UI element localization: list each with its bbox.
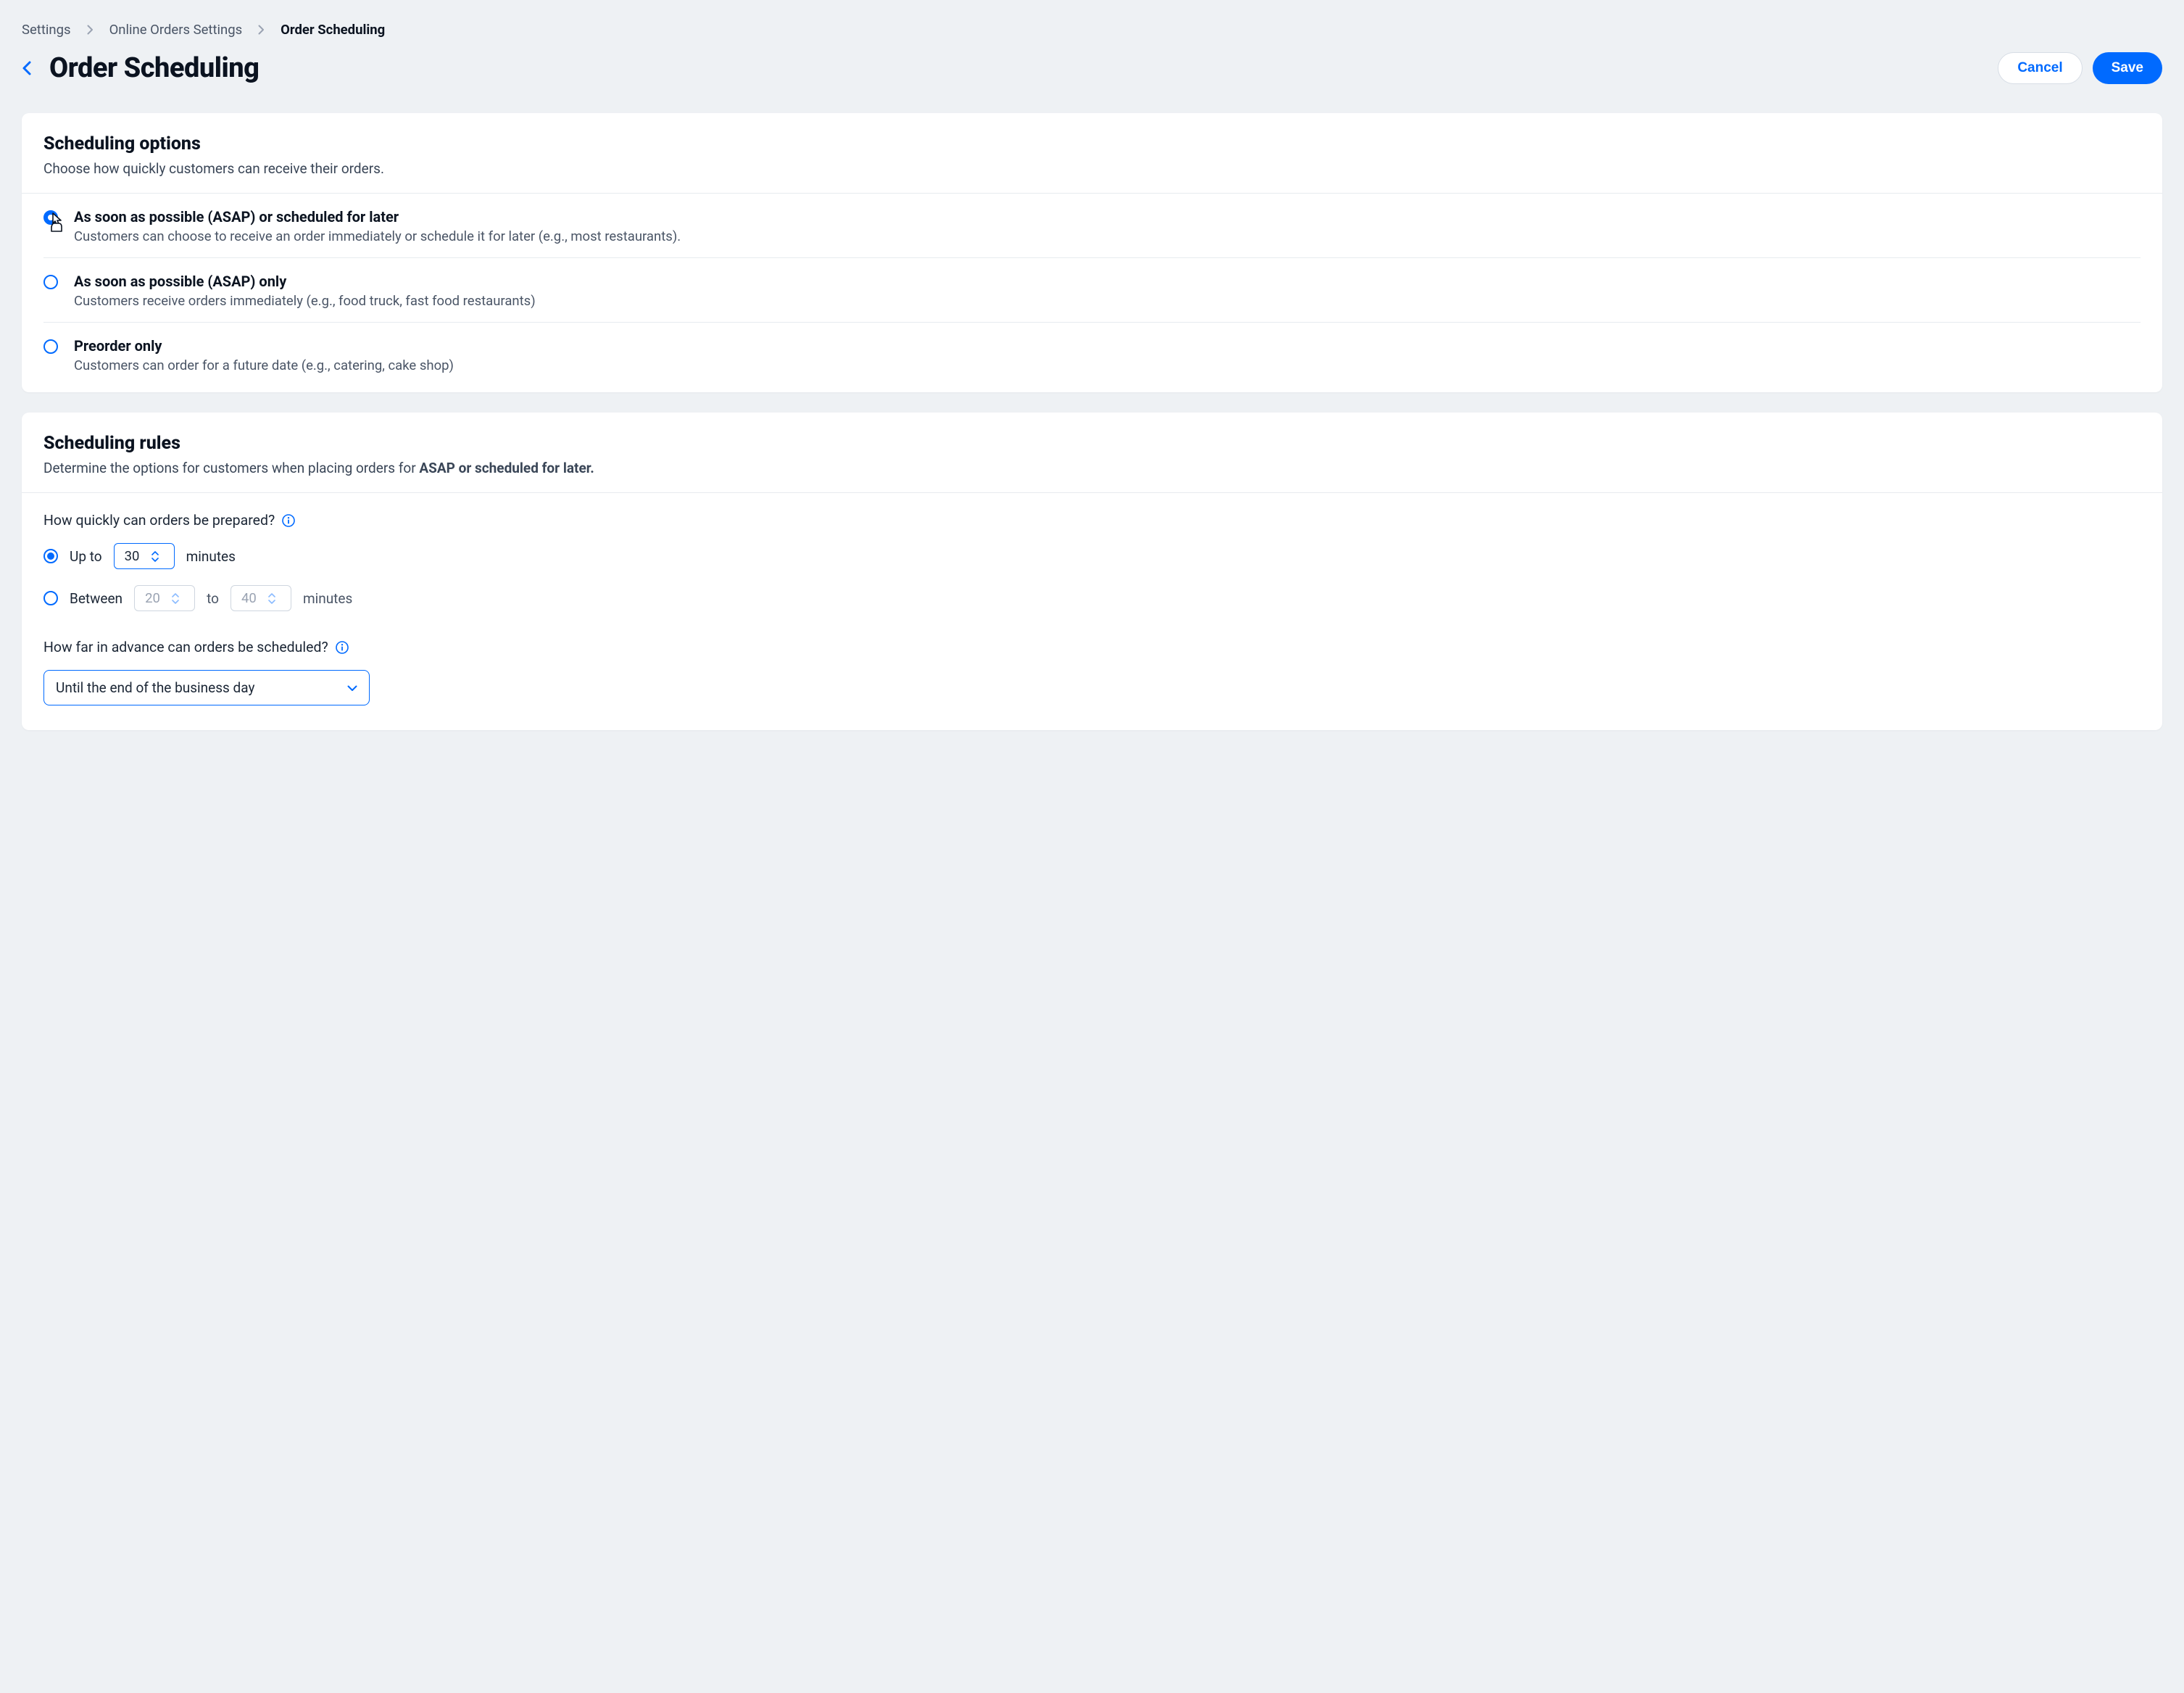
save-button[interactable]: Save bbox=[2093, 52, 2162, 84]
chevron-right-icon bbox=[87, 25, 94, 35]
chevron-down-icon[interactable] bbox=[151, 557, 159, 562]
radio-unchecked-icon[interactable] bbox=[43, 275, 58, 289]
between-low-stepper[interactable]: 20 bbox=[134, 585, 195, 611]
advance-select-value: Until the end of the business day bbox=[56, 679, 254, 696]
radio-unchecked-icon[interactable] bbox=[43, 591, 58, 605]
prep-time-label: How quickly can orders be prepared? bbox=[43, 512, 2141, 529]
info-icon[interactable] bbox=[282, 514, 295, 527]
prep-between-row[interactable]: Between 20 to 40 minutes bbox=[43, 585, 2141, 611]
upto-minutes-stepper[interactable]: 30 bbox=[114, 543, 175, 569]
breadcrumb: Settings Online Orders Settings Order Sc… bbox=[22, 22, 2162, 38]
between-high-value: 40 bbox=[241, 590, 260, 606]
breadcrumb-item-current: Order Scheduling bbox=[281, 22, 385, 38]
info-icon[interactable] bbox=[336, 641, 349, 654]
scheduling-options-title: Scheduling options bbox=[43, 133, 2141, 154]
option-title: Preorder only bbox=[74, 337, 2141, 355]
advance-label: How far in advance can orders be schedul… bbox=[43, 639, 2141, 655]
advance-text: How far in advance can orders be schedul… bbox=[43, 639, 328, 655]
chevron-up-icon[interactable] bbox=[267, 592, 276, 597]
option-desc: Customers can choose to receive an order… bbox=[74, 228, 2141, 244]
scheduling-options-card: Scheduling options Choose how quickly cu… bbox=[22, 113, 2162, 392]
rules-subtitle-bold: ASAP or scheduled for later. bbox=[419, 460, 594, 476]
option-preorder-only[interactable]: Preorder only Customers can order for a … bbox=[43, 323, 2141, 392]
back-button[interactable] bbox=[22, 60, 32, 76]
upto-minutes-value: 30 bbox=[125, 548, 144, 564]
scheduling-rules-subtitle: Determine the options for customers when… bbox=[43, 460, 2141, 476]
radio-unchecked-icon[interactable] bbox=[43, 339, 58, 354]
chevron-down-icon bbox=[347, 680, 357, 695]
rules-subtitle-prefix: Determine the options for customers when… bbox=[43, 460, 419, 476]
scheduling-options-subtitle: Choose how quickly customers can receive… bbox=[43, 160, 2141, 177]
scheduling-rules-card: Scheduling rules Determine the options f… bbox=[22, 413, 2162, 730]
prep-time-text: How quickly can orders be prepared? bbox=[43, 512, 275, 529]
between-low-value: 20 bbox=[145, 590, 164, 606]
breadcrumb-item-online-orders[interactable]: Online Orders Settings bbox=[109, 22, 243, 38]
option-asap-only[interactable]: As soon as possible (ASAP) only Customer… bbox=[43, 258, 2141, 323]
prep-upto-row[interactable]: Up to 30 minutes bbox=[43, 543, 2141, 569]
chevron-up-icon[interactable] bbox=[151, 550, 159, 555]
breadcrumb-item-settings[interactable]: Settings bbox=[22, 22, 71, 38]
chevron-down-icon[interactable] bbox=[171, 599, 180, 604]
option-title: As soon as possible (ASAP) or scheduled … bbox=[74, 208, 2141, 225]
scheduling-rules-title: Scheduling rules bbox=[43, 433, 2141, 454]
page-title: Order Scheduling bbox=[49, 52, 259, 84]
between-high-stepper[interactable]: 40 bbox=[231, 585, 291, 611]
page-header: Order Scheduling Cancel Save bbox=[22, 52, 2162, 84]
minutes-label: minutes bbox=[186, 548, 236, 565]
advance-select[interactable]: Until the end of the business day bbox=[43, 670, 370, 705]
radio-checked-icon[interactable] bbox=[43, 210, 58, 225]
between-label: Between bbox=[70, 590, 123, 607]
chevron-up-icon[interactable] bbox=[171, 592, 180, 597]
to-label: to bbox=[207, 590, 219, 607]
minutes-label: minutes bbox=[303, 590, 352, 607]
chevron-right-icon bbox=[258, 25, 265, 35]
option-desc: Customers receive orders immediately (e.… bbox=[74, 293, 2141, 309]
upto-label: Up to bbox=[70, 548, 102, 565]
radio-checked-icon[interactable] bbox=[43, 549, 58, 563]
option-title: As soon as possible (ASAP) only bbox=[74, 273, 2141, 290]
option-asap-or-scheduled[interactable]: As soon as possible (ASAP) or scheduled … bbox=[43, 194, 2141, 258]
option-desc: Customers can order for a future date (e… bbox=[74, 357, 2141, 373]
cancel-button[interactable]: Cancel bbox=[1998, 52, 2082, 84]
chevron-down-icon[interactable] bbox=[267, 599, 276, 604]
